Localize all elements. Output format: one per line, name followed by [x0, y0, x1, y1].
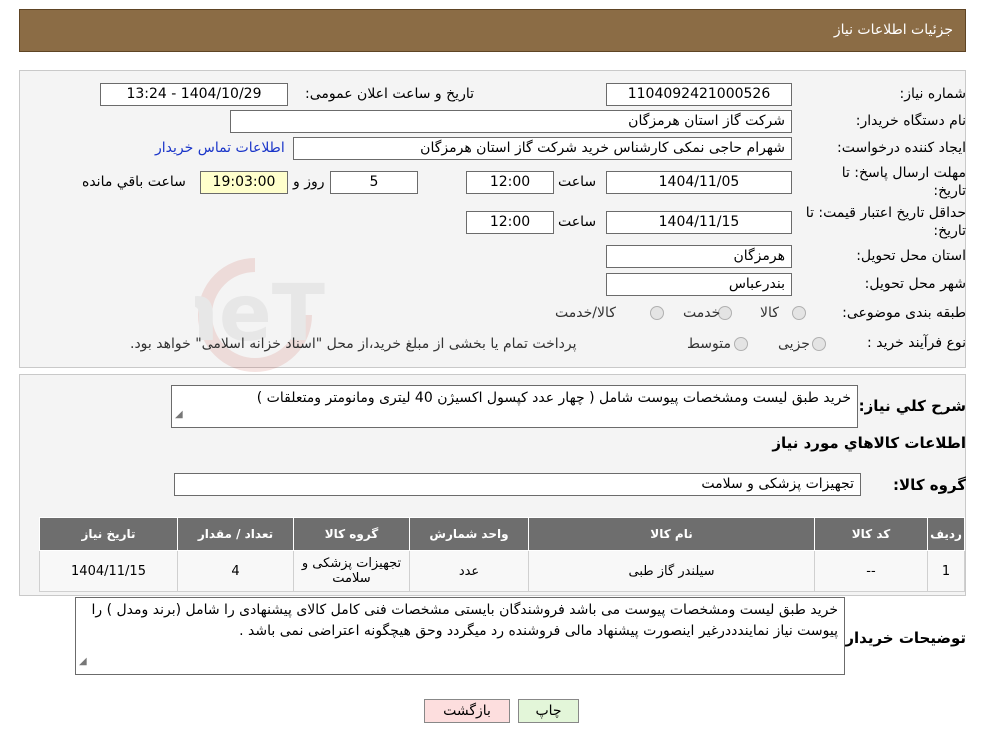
deadline-time-field: 12:00	[466, 171, 554, 194]
deadline-label: مهلت ارسال پاسخ: تا	[841, 165, 966, 181]
col-quantity: تعداد / مقدار	[177, 517, 294, 551]
buyer-notes-label: توضیحات خریدار:	[839, 629, 966, 647]
city-field: بندرعباس	[606, 273, 792, 296]
cell-code: --	[814, 550, 928, 592]
buyer-org-label: نام دستگاه خریدار:	[855, 113, 966, 129]
goods-table: ردیف کد کالا نام کالا واحد شمارش گروه کا…	[39, 517, 965, 592]
col-row: ردیف	[927, 517, 965, 551]
process-radio-partial[interactable]	[812, 337, 826, 351]
remaining-label: ساعت باقي مانده	[82, 174, 186, 190]
col-need-date: تاریخ نیاز	[39, 517, 178, 551]
cell-quantity: 4	[177, 550, 294, 592]
print-button[interactable]: چاپ	[518, 699, 579, 723]
deadline-time-label: ساعت	[558, 174, 597, 190]
category-radio-goods[interactable]	[792, 306, 806, 320]
validity-label-date: تاریخ:	[933, 223, 966, 239]
validity-time-field: 12:00	[466, 211, 554, 234]
page-header: جزئیات اطلاعات نیاز	[19, 9, 966, 52]
validity-label: حداقل تاریخ اعتبار قیمت: تا	[805, 205, 966, 221]
announce-datetime-field: 1404/10/29 - 13:24	[100, 83, 288, 106]
table-header-row: ردیف کد کالا نام کالا واحد شمارش گروه کا…	[39, 517, 965, 551]
summary-text: خرید طبق لیست ومشخصات پیوست شامل ( چهار …	[256, 390, 851, 406]
process-option-medium: متوسط	[687, 336, 731, 352]
page-title: جزئیات اطلاعات نیاز	[833, 22, 953, 38]
days-label: روز و	[293, 174, 325, 190]
resize-grip-icon[interactable]: ◢	[175, 404, 183, 425]
cell-row: 1	[927, 550, 965, 592]
need-number-field: 1104092421000526	[606, 83, 792, 106]
process-option-partial: جزیی	[778, 336, 810, 352]
table-row: 1 -- سیلندر گاز طبی عدد تجهیزات پزشکی و …	[39, 550, 965, 592]
category-label: طبقه بندی موضوعی:	[842, 305, 966, 321]
resize-grip-icon[interactable]: ◢	[79, 651, 87, 672]
col-name: نام کالا	[528, 517, 815, 551]
category-option-service: خدمت	[683, 305, 721, 321]
deadline-date-field: 1404/11/05	[606, 171, 792, 194]
goods-group-label: گروه کالا:	[893, 476, 966, 494]
category-radio-goods-service[interactable]	[650, 306, 664, 320]
summary-textarea[interactable]: خرید طبق لیست ومشخصات پیوست شامل ( چهار …	[171, 385, 858, 428]
buyer-notes-textarea[interactable]: خرید طبق لیست ومشخصات پیوست می باشد فروش…	[75, 597, 845, 675]
contact-info-link[interactable]: اطلاعات تماس خریدار	[155, 140, 285, 156]
cell-unit: عدد	[409, 550, 529, 592]
category-option-goods: کالا	[760, 305, 779, 321]
cell-name: سیلندر گاز طبی	[528, 550, 815, 592]
need-number-label: شماره نیاز:	[899, 86, 967, 102]
days-field: 5	[330, 171, 418, 194]
cell-group: تجهیزات پزشکی و سلامت	[293, 550, 410, 592]
summary-label: شرح کلي نیاز:	[858, 397, 966, 415]
province-label: استان محل تحویل:	[856, 248, 966, 264]
province-field: هرمزگان	[606, 245, 792, 268]
city-label: شهر محل تحویل:	[864, 276, 966, 292]
creator-label: ایجاد کننده درخواست:	[837, 140, 966, 156]
buyer-notes-text: خرید طبق لیست ومشخصات پیوست می باشد فروش…	[91, 602, 838, 639]
deadline-label-date: تاریخ:	[933, 183, 966, 199]
goods-group-field: تجهیزات پزشکی و سلامت	[174, 473, 861, 496]
col-group: گروه کالا	[293, 517, 410, 551]
cell-need-date: 1404/11/15	[39, 550, 178, 592]
announce-label: تاریخ و ساعت اعلان عمومی:	[305, 86, 474, 102]
col-code: کد کالا	[814, 517, 928, 551]
process-radio-medium[interactable]	[734, 337, 748, 351]
col-unit: واحد شمارش	[409, 517, 529, 551]
process-label: نوع فرآیند خرید :	[867, 335, 966, 351]
goods-info-title: اطلاعات کالاهاي مورد نیاز	[772, 434, 966, 452]
creator-field: شهرام حاجی نمکی کارشناس خرید شرکت گاز اس…	[293, 137, 792, 160]
back-button[interactable]: بازگشت	[424, 699, 510, 723]
buyer-org-field: شرکت گاز استان هرمزگان	[230, 110, 792, 133]
process-note: پرداخت تمام یا بخشی از مبلغ خرید،از محل …	[130, 336, 577, 352]
validity-date-field: 1404/11/15	[606, 211, 792, 234]
validity-time-label: ساعت	[558, 214, 597, 230]
category-option-goods-service: کالا/خدمت	[555, 305, 616, 321]
remaining-time-field: 19:03:00	[200, 171, 288, 194]
